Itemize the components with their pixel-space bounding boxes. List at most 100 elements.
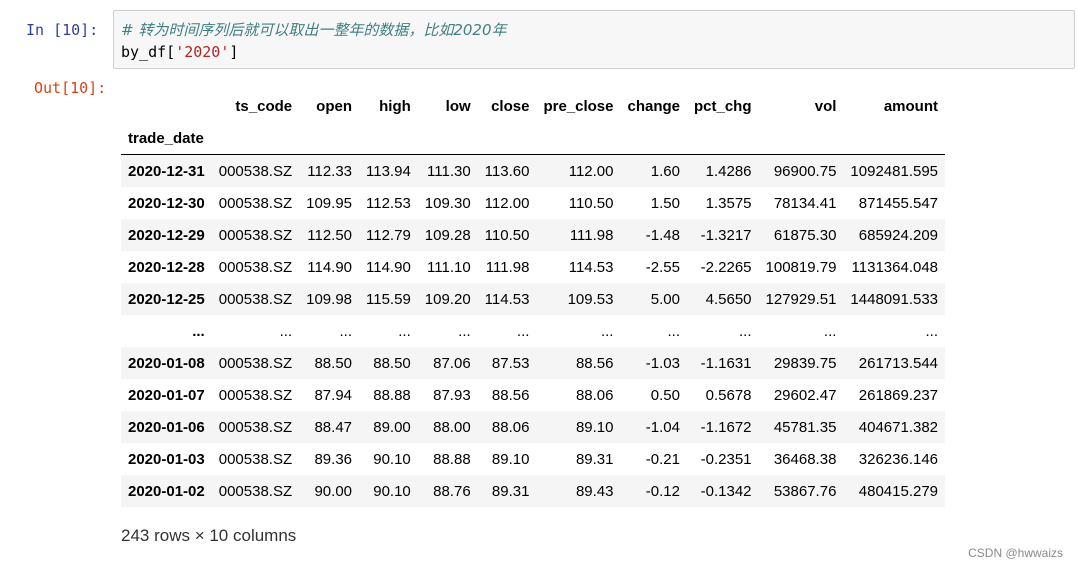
index-name-filler [299,122,359,155]
table-cell: 1.60 [650,162,680,180]
input-prompt: In [10]: [26,21,99,39]
table-cell: 000538.SZ [218,194,293,212]
watermark: CSDN @hwwaizs [968,546,1063,560]
header-corner [121,90,212,122]
table-cell: ... [925,322,939,340]
column-header: pct_chg [694,97,752,115]
column-header-row: ts_code open high low close pre_close change pc… [121,90,945,122]
table-cell: 88.50 [314,354,353,372]
table-row: 2020-12-28 000538.SZ 114.90 114.90 111.10 111… [121,251,945,283]
table-cell: 127929.51 [765,290,837,308]
table-cell: -2.2265 [700,258,752,276]
index-name-filler [212,122,299,155]
column-header: open [316,97,353,115]
table-cell: ... [739,322,752,340]
table-cell: 111.10 [427,258,471,276]
table-cell: 114.53 [568,258,614,276]
table-cell: 1448091.533 [850,290,939,308]
table-row: 2020-12-30 000538.SZ 109.95 112.53 109.30 112… [121,187,945,219]
table-cell: -1.1672 [700,418,752,436]
table-cell: 110.50 [484,226,530,244]
table-cell: ... [667,322,680,340]
table-cell: -0.12 [645,482,680,500]
code-line: by_df['2020'] [121,43,238,61]
table-header: ts_code open high low close pre_close change pc… [121,90,946,155]
index-name-filler [478,122,537,155]
table-cell: -0.21 [645,450,680,468]
table-cell: 1.4286 [705,162,752,180]
table-cell: 1.3575 [705,194,752,212]
table-cell: -0.2351 [700,450,752,468]
table-cell: -1.04 [645,418,680,436]
table-cell: 87.53 [491,354,530,372]
table-cell: 45781.35 [773,418,837,436]
table-row: 2020-01-03 000538.SZ 89.36 90.10 88.88 89.10 8… [121,443,945,475]
table-cell: 88.88 [373,386,411,404]
table-cell: -1.3217 [700,226,752,244]
table-cell: 90.00 [314,482,353,500]
table-cell: 0.50 [650,386,680,404]
table-cell: ... [600,322,614,340]
table-cell: ... [279,322,293,340]
table-cell: 112.00 [568,162,614,180]
table-cell: 114.90 [307,258,353,276]
table-cell: 000538.SZ [218,482,293,500]
table-cell: -2.55 [645,258,680,276]
table-cell: 96900.75 [773,162,837,180]
table-cell: 115.59 [366,290,411,308]
row-index-label: 2020-01-03 [128,450,205,468]
column-header: close [491,97,530,115]
table-cell: 261713.544 [858,354,939,372]
table-cell: 4.5650 [705,290,752,308]
code-string-literal: '2020' [175,43,230,61]
table-cell: 000538.SZ [218,258,293,276]
output-area: ts_code open high low close pre_close change pc… [121,90,946,507]
table-cell: 111.98 [569,226,614,244]
table-cell: 89.10 [575,418,614,436]
table-cell: 109.20 [424,290,471,308]
table-row: 2020-12-29 000538.SZ 112.50 112.79 109.28 110… [121,219,946,251]
column-header: ts_code [235,97,293,115]
table-cell: 29839.75 [773,354,837,372]
row-index-label: 2020-01-07 [128,386,205,404]
code-comment: # 转为时间序列后就可以取出一整年的数据，比如2020年 [121,21,507,39]
table-cell: 000538.SZ [218,386,293,404]
dataframe-table: ts_code open high low close pre_close change pc… [121,90,946,507]
table-cell: 113.94 [366,162,411,180]
table-cell: 326236.146 [858,450,939,468]
table-row: 2020-01-02 000538.SZ 90.00 90.10 88.76 89.31 8… [121,475,946,507]
index-name-row: trade_date [121,122,946,155]
table-cell: ... [458,322,471,340]
table-cell: 685924.209 [858,226,939,244]
table-cell: 000538.SZ [218,354,293,372]
code-prefix: by_df[ [121,43,176,61]
index-name-filler [359,122,418,155]
table-row: 2020-01-06 000538.SZ 88.47 89.00 88.00 88.06 8… [121,411,946,443]
table-cell: 88.50 [373,354,411,372]
table-cell: 78134.41 [773,194,837,212]
code-suffix: ] [229,43,239,61]
table-cell: 61875.30 [773,226,837,244]
table-cell: 114.90 [366,258,411,276]
table-cell: 88.00 [433,418,471,436]
table-cell: 100819.79 [765,258,837,276]
table-cell: ... [398,322,411,340]
table-cell: ... [339,322,353,340]
column-header: amount [883,97,939,115]
index-name-filler [536,122,620,155]
table-cell: 000538.SZ [218,450,293,468]
table-cell: 88.06 [491,418,530,436]
table-cell: 113.60 [484,162,530,180]
code-input-area[interactable]: # 转为时间序列后就可以取出一整年的数据，比如2020年 by_df['2020… [113,10,1075,69]
column-header: vol [814,97,837,115]
table-cell: ... [516,322,530,340]
index-name-filler [620,122,687,155]
table-cell: 29602.47 [773,386,837,404]
dataframe-shape-label: 243 rows × 10 columns [121,526,297,545]
index-name-filler [759,122,844,155]
table-cell: 111.30 [427,162,471,180]
table-cell: 1.50 [650,194,680,212]
table-cell: 109.28 [424,226,471,244]
table-cell: 53867.76 [773,482,837,500]
table-cell: 000538.SZ [218,418,293,436]
